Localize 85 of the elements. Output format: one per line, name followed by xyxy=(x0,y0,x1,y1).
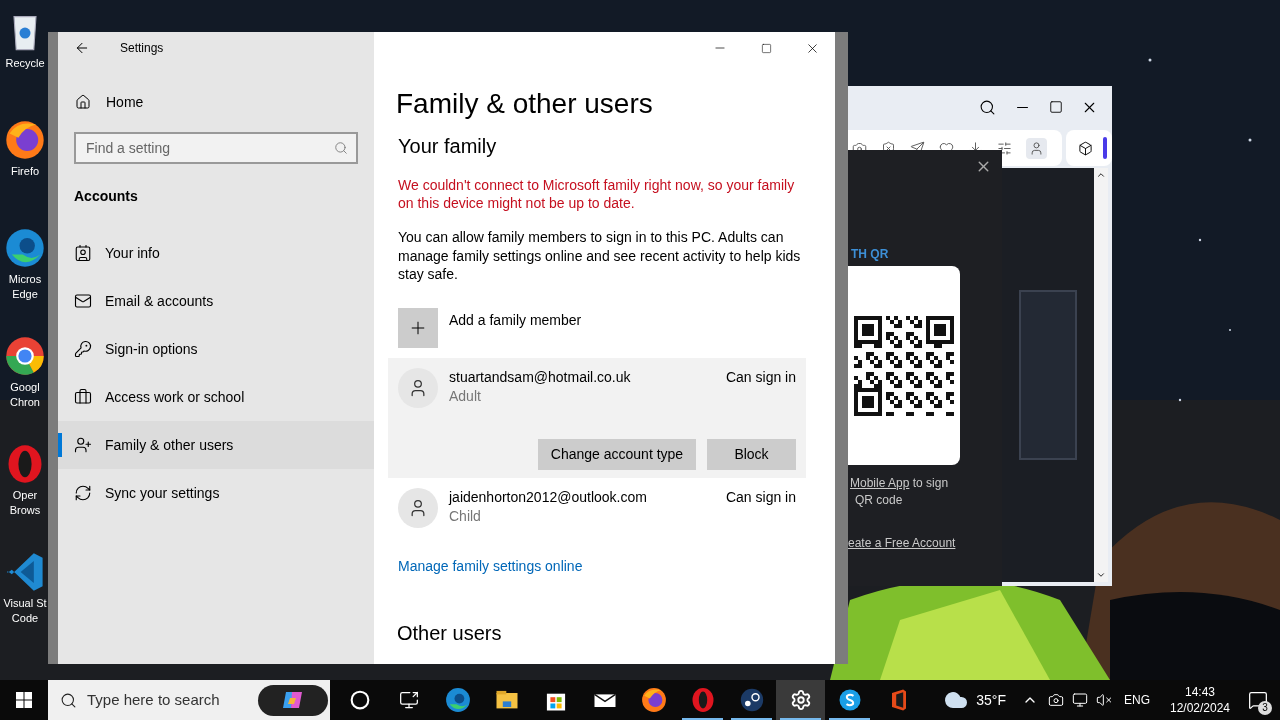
copilot-button[interactable] xyxy=(258,684,328,716)
sync-icon xyxy=(74,484,92,502)
nav-item[interactable]: Access work or school xyxy=(58,373,374,421)
camera-icon[interactable] xyxy=(1048,692,1064,708)
scroll-up-icon[interactable] xyxy=(1096,170,1106,180)
firefox-icon xyxy=(3,118,47,162)
contact-card-icon xyxy=(74,244,92,262)
maximize-icon[interactable] xyxy=(1049,100,1063,114)
chrome-icon xyxy=(3,334,47,378)
search-icon xyxy=(60,691,77,709)
firefox-icon xyxy=(639,686,668,714)
account-type: Child xyxy=(449,506,482,526)
section-heading: Your family xyxy=(398,134,498,159)
search-field[interactable]: Find a setting xyxy=(74,132,358,164)
settings-icon xyxy=(789,689,812,711)
family-member-item[interactable]: jaidenhorton2012@outlook.com Child Can sign in xyxy=(388,477,806,536)
desktop-icon-label[interactable]: Code xyxy=(11,611,39,626)
taskbar-search-box[interactable]: Type here to search xyxy=(48,680,330,720)
account-email: jaidenhorton2012@outlook.com xyxy=(449,487,648,507)
nav-item[interactable]: Family & other users xyxy=(58,421,374,469)
account-status: Can sign in xyxy=(725,367,796,387)
notifications-button[interactable]: 3 xyxy=(1236,680,1280,720)
instruction-text: QR code xyxy=(854,492,904,509)
section-heading: Other users xyxy=(397,620,503,646)
task-view-icon xyxy=(398,690,419,710)
clock[interactable]: 14:43 12/02/2024 xyxy=(1164,684,1236,716)
action-button[interactable]: Change account type xyxy=(538,438,696,470)
mail-icon xyxy=(74,292,92,310)
copilot-icon xyxy=(282,690,304,710)
desktop-icon-label[interactable]: Brows xyxy=(9,503,41,518)
desktop-icon-label[interactable]: Micros xyxy=(8,272,42,287)
search-icon xyxy=(334,141,348,155)
desktop-icon-label[interactable]: Visual St xyxy=(3,596,47,611)
desktop-icon-label[interactable]: Oper xyxy=(12,488,38,503)
key-icon xyxy=(74,340,92,358)
search-field[interactable]: Type here to search xyxy=(87,688,237,712)
family-member-item[interactable]: stuartandsam@hotmail.co.uk Adult Can sign in Change account type Block xyxy=(388,357,806,478)
desktop-icon-label[interactable]: Chron xyxy=(10,395,40,410)
panel-heading: TH QR xyxy=(850,246,890,262)
user-icon xyxy=(1029,140,1044,156)
nav-item[interactable]: Sign-in options xyxy=(58,325,374,373)
maximize-icon xyxy=(760,42,772,54)
sliders-icon[interactable] xyxy=(997,140,1012,156)
description-text: You can allow family members to sign in to this PC. Adults can manage family settings online and see recent activity to help kids stay safe. xyxy=(398,228,802,284)
desktop-icon-label[interactable]: Googl xyxy=(10,380,40,395)
edge-icon xyxy=(3,226,47,270)
window-title: Settings xyxy=(120,40,164,57)
profile-button[interactable] xyxy=(1026,137,1047,159)
edge-icon xyxy=(443,686,472,714)
circle-icon xyxy=(349,690,370,710)
action-button[interactable]: Block xyxy=(707,438,796,470)
taskbar-app-button[interactable] xyxy=(776,680,825,720)
manage-family-link[interactable]: Manage family settings online xyxy=(398,555,810,577)
avatar-icon xyxy=(398,487,438,528)
desktop-icon-label[interactable]: Firefo xyxy=(10,164,40,179)
signup-link[interactable]: eate a Free Account xyxy=(848,535,1002,552)
person-add-icon xyxy=(74,436,92,454)
page-title: Family & other users xyxy=(396,87,654,121)
windows-logo-icon xyxy=(16,692,32,708)
nav-item[interactable]: Email & accounts xyxy=(58,277,374,325)
scrollbar[interactable] xyxy=(1094,168,1108,582)
muted-speaker-icon[interactable] xyxy=(1096,692,1112,708)
error-message: We couldn't connect to Microsoft family right now, so your family on this device might not be up to date. xyxy=(398,176,796,212)
avatar-icon xyxy=(398,367,438,408)
section-heading: Accounts xyxy=(74,187,139,206)
sidebar-indicator xyxy=(1103,137,1107,159)
desktop-icon-label[interactable]: Edge xyxy=(12,287,38,302)
box-icon[interactable] xyxy=(1078,140,1093,156)
home-nav-item[interactable]: Home xyxy=(58,78,374,126)
desktop-icon-label[interactable]: Recycle xyxy=(5,56,45,71)
nav-item[interactable]: Your info xyxy=(58,229,374,277)
search-icon[interactable] xyxy=(979,98,996,116)
language-indicator[interactable]: ENG xyxy=(1124,691,1150,709)
nav-item[interactable]: Sync your settings xyxy=(58,469,374,517)
notification-icon xyxy=(1248,690,1268,710)
home-icon xyxy=(75,94,91,110)
add-family-member-button[interactable]: Add a family member xyxy=(398,307,810,348)
scroll-down-icon[interactable] xyxy=(1096,570,1106,580)
network-icon[interactable] xyxy=(1072,692,1088,708)
account-email: stuartandsam@hotmail.co.uk xyxy=(449,367,632,387)
weather-text[interactable]: 35°F xyxy=(976,689,1006,711)
instruction-text: Mobile App to sign xyxy=(849,475,950,492)
account-status: Can sign in xyxy=(725,487,796,507)
account-type: Adult xyxy=(449,386,482,406)
briefcase-icon xyxy=(74,388,92,406)
